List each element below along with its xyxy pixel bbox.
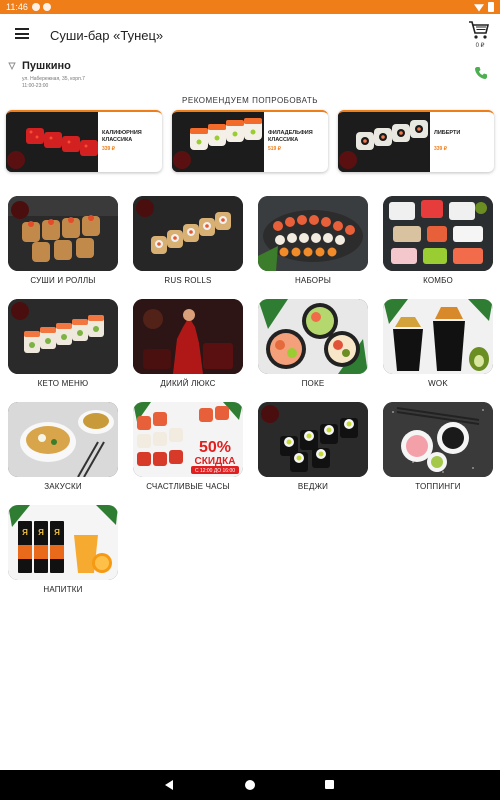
recommend-price: 339 ₽ [102, 146, 115, 152]
recommend-name: ФИЛАДЕЛЬФИЯ КЛАССИКА [268, 130, 313, 143]
category-image [258, 196, 368, 271]
drink-letter: Я [22, 528, 28, 537]
location-icon [8, 62, 16, 70]
promo-time: С 12:00 ДО 16:00 [195, 468, 235, 474]
notification-icon [31, 3, 40, 11]
category-label: ДИКИЙ ЛЮКС [160, 379, 216, 388]
recommend-price: 519 ₽ [268, 146, 281, 152]
category-image [133, 299, 243, 374]
category-label: НАБОРЫ [294, 276, 332, 285]
drink-letter: Я [54, 528, 60, 537]
recommend-image [338, 112, 430, 172]
recommend-name: ЛИБЕРТИ [434, 130, 461, 136]
app-notification-icon [42, 3, 51, 11]
drink-letter: Я [38, 528, 44, 537]
location-address: ул. Набережная, 35, корп.7 [22, 76, 85, 82]
wifi-icon [474, 4, 484, 12]
recommend-card[interactable]: ЛИБЕРТИ 339 ₽ [338, 110, 494, 172]
recommend-heading: РЕКОМЕНДУЕМ ПОПРОБОВАТЬ [182, 96, 318, 105]
recommend-card[interactable]: КАЛИФОРНИЯ КЛАССИКА 339 ₽ [6, 110, 162, 172]
category-image [383, 196, 493, 271]
system-nav-bar [0, 770, 500, 800]
category-label: ЗАКУСКИ [44, 482, 82, 491]
category-image [258, 299, 368, 374]
category-label: СУШИ И РОЛЛЫ [30, 276, 96, 285]
category-label: СЧАСТЛИВЫЕ ЧАСЫ [146, 482, 230, 491]
home-icon[interactable] [245, 780, 255, 790]
back-icon[interactable] [165, 780, 173, 790]
category-image [8, 299, 118, 374]
recommend-price: 339 ₽ [434, 146, 447, 152]
promo-word: СКИДКА [195, 456, 236, 467]
category-label: ТОППИНГИ [415, 482, 461, 491]
status-indicators [474, 2, 494, 12]
promo-percent: 50% [199, 439, 231, 456]
recommend-card[interactable]: ФИЛАДЕЛЬФИЯ КЛАССИКА 519 ₽ [172, 110, 328, 172]
category-label: ПОКЕ [301, 379, 325, 388]
recommend-list: КАЛИФОРНИЯ КЛАССИКА 339 ₽ ФИЛАДЕЛЬФИЯ КЛ… [6, 110, 494, 172]
location-selector[interactable]: Пушкино ул. Набережная, 35, корп.7 11:00… [8, 60, 492, 92]
category-label: WOK [428, 379, 448, 388]
category-label: RUS ROLLS [164, 276, 212, 285]
category-image [8, 196, 118, 271]
category-label: ВЕДЖИ [297, 482, 329, 491]
category-image [383, 402, 493, 477]
recommend-image [172, 112, 264, 172]
recommend-image [6, 112, 98, 172]
status-bar: 11:46 [0, 0, 500, 14]
phone-icon[interactable] [474, 66, 488, 80]
location-city: Пушкино [22, 60, 71, 72]
category-image [133, 196, 243, 271]
category-label: НАПИТКИ [43, 585, 83, 594]
recents-icon[interactable] [325, 780, 334, 789]
category-image: 50% СКИДКА С 12:00 ДО 16:00 [133, 402, 243, 477]
category-image [8, 402, 118, 477]
recommend-name: КАЛИФОРНИЯ КЛАССИКА [102, 130, 142, 143]
cart-icon [469, 21, 490, 39]
category-label: КЕТО МЕНЮ [37, 379, 89, 388]
category-image [258, 402, 368, 477]
app-bar: Суши-бар «Тунец» 0 ₽ [0, 14, 500, 54]
category-image: Я Я Я [8, 505, 118, 580]
category-label: КОМБО [423, 276, 453, 285]
category-image [383, 299, 493, 374]
cart-total: 0 ₽ [475, 43, 485, 49]
status-time: 11:46 [6, 2, 28, 12]
location-hours: 11:00-23:00 [22, 83, 49, 89]
battery-icon [488, 2, 494, 12]
menu-icon[interactable] [15, 28, 29, 39]
app-title: Суши-бар «Тунец» [50, 28, 164, 43]
cart-button[interactable]: 0 ₽ [468, 20, 492, 50]
